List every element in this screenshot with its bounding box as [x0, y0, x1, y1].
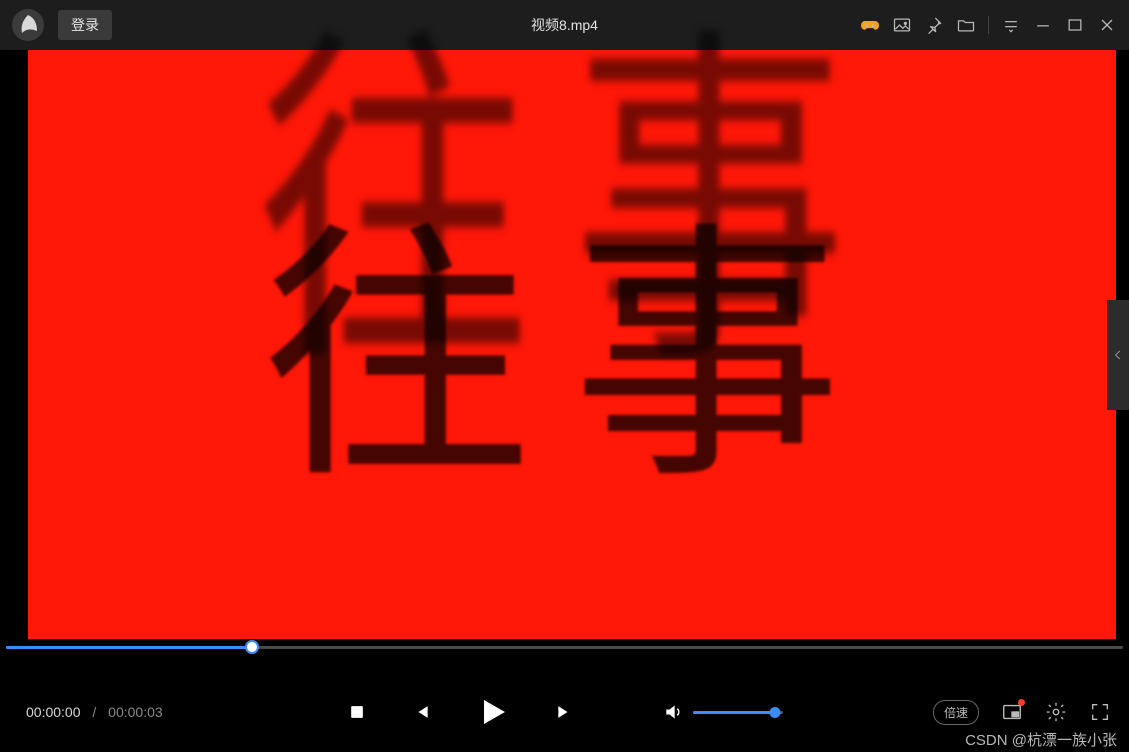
- stop-button[interactable]: [347, 702, 367, 722]
- picture-in-picture-icon[interactable]: [1001, 701, 1023, 723]
- volume-icon[interactable]: [663, 702, 683, 722]
- time-separator: /: [92, 704, 96, 720]
- center-controls: [347, 694, 783, 730]
- right-controls: 倍速: [933, 700, 1111, 725]
- menu-icon[interactable]: [997, 11, 1025, 39]
- play-button[interactable]: [475, 694, 511, 730]
- notification-dot: [1018, 699, 1025, 706]
- side-panel-toggle[interactable]: [1107, 300, 1129, 410]
- titlebar-separator: [988, 16, 989, 34]
- app-logo: [12, 9, 44, 41]
- settings-icon[interactable]: [1045, 701, 1067, 723]
- previous-button[interactable]: [411, 702, 431, 722]
- progress-bar[interactable]: [6, 642, 1123, 652]
- speed-button[interactable]: 倍速: [933, 700, 979, 725]
- next-button[interactable]: [555, 702, 575, 722]
- volume-control: [663, 702, 783, 722]
- current-time: 00:00:00: [26, 704, 81, 720]
- volume-thumb[interactable]: [770, 707, 781, 718]
- duration: 00:00:03: [108, 704, 163, 720]
- pin-icon[interactable]: [920, 11, 948, 39]
- progress-thumb[interactable]: [245, 640, 259, 654]
- volume-slider[interactable]: [693, 711, 783, 714]
- close-icon[interactable]: [1093, 11, 1121, 39]
- chevron-left-icon: [1111, 348, 1125, 362]
- video-frame-text: 往事: [262, 137, 882, 528]
- volume-fill: [693, 711, 776, 714]
- picture-icon[interactable]: [888, 11, 916, 39]
- minimize-icon[interactable]: [1029, 11, 1057, 39]
- progress-fill: [6, 646, 252, 649]
- fullscreen-icon[interactable]: [1089, 701, 1111, 723]
- controls-bar: 00:00:00 / 00:00:03 倍速: [0, 672, 1129, 752]
- folder-icon[interactable]: [952, 11, 980, 39]
- maximize-icon[interactable]: [1061, 11, 1089, 39]
- titlebar-right-icons: [856, 0, 1121, 50]
- login-button[interactable]: 登录: [58, 10, 112, 40]
- video-viewport[interactable]: 往事: [28, 50, 1116, 639]
- time-display: 00:00:00 / 00:00:03: [26, 704, 163, 720]
